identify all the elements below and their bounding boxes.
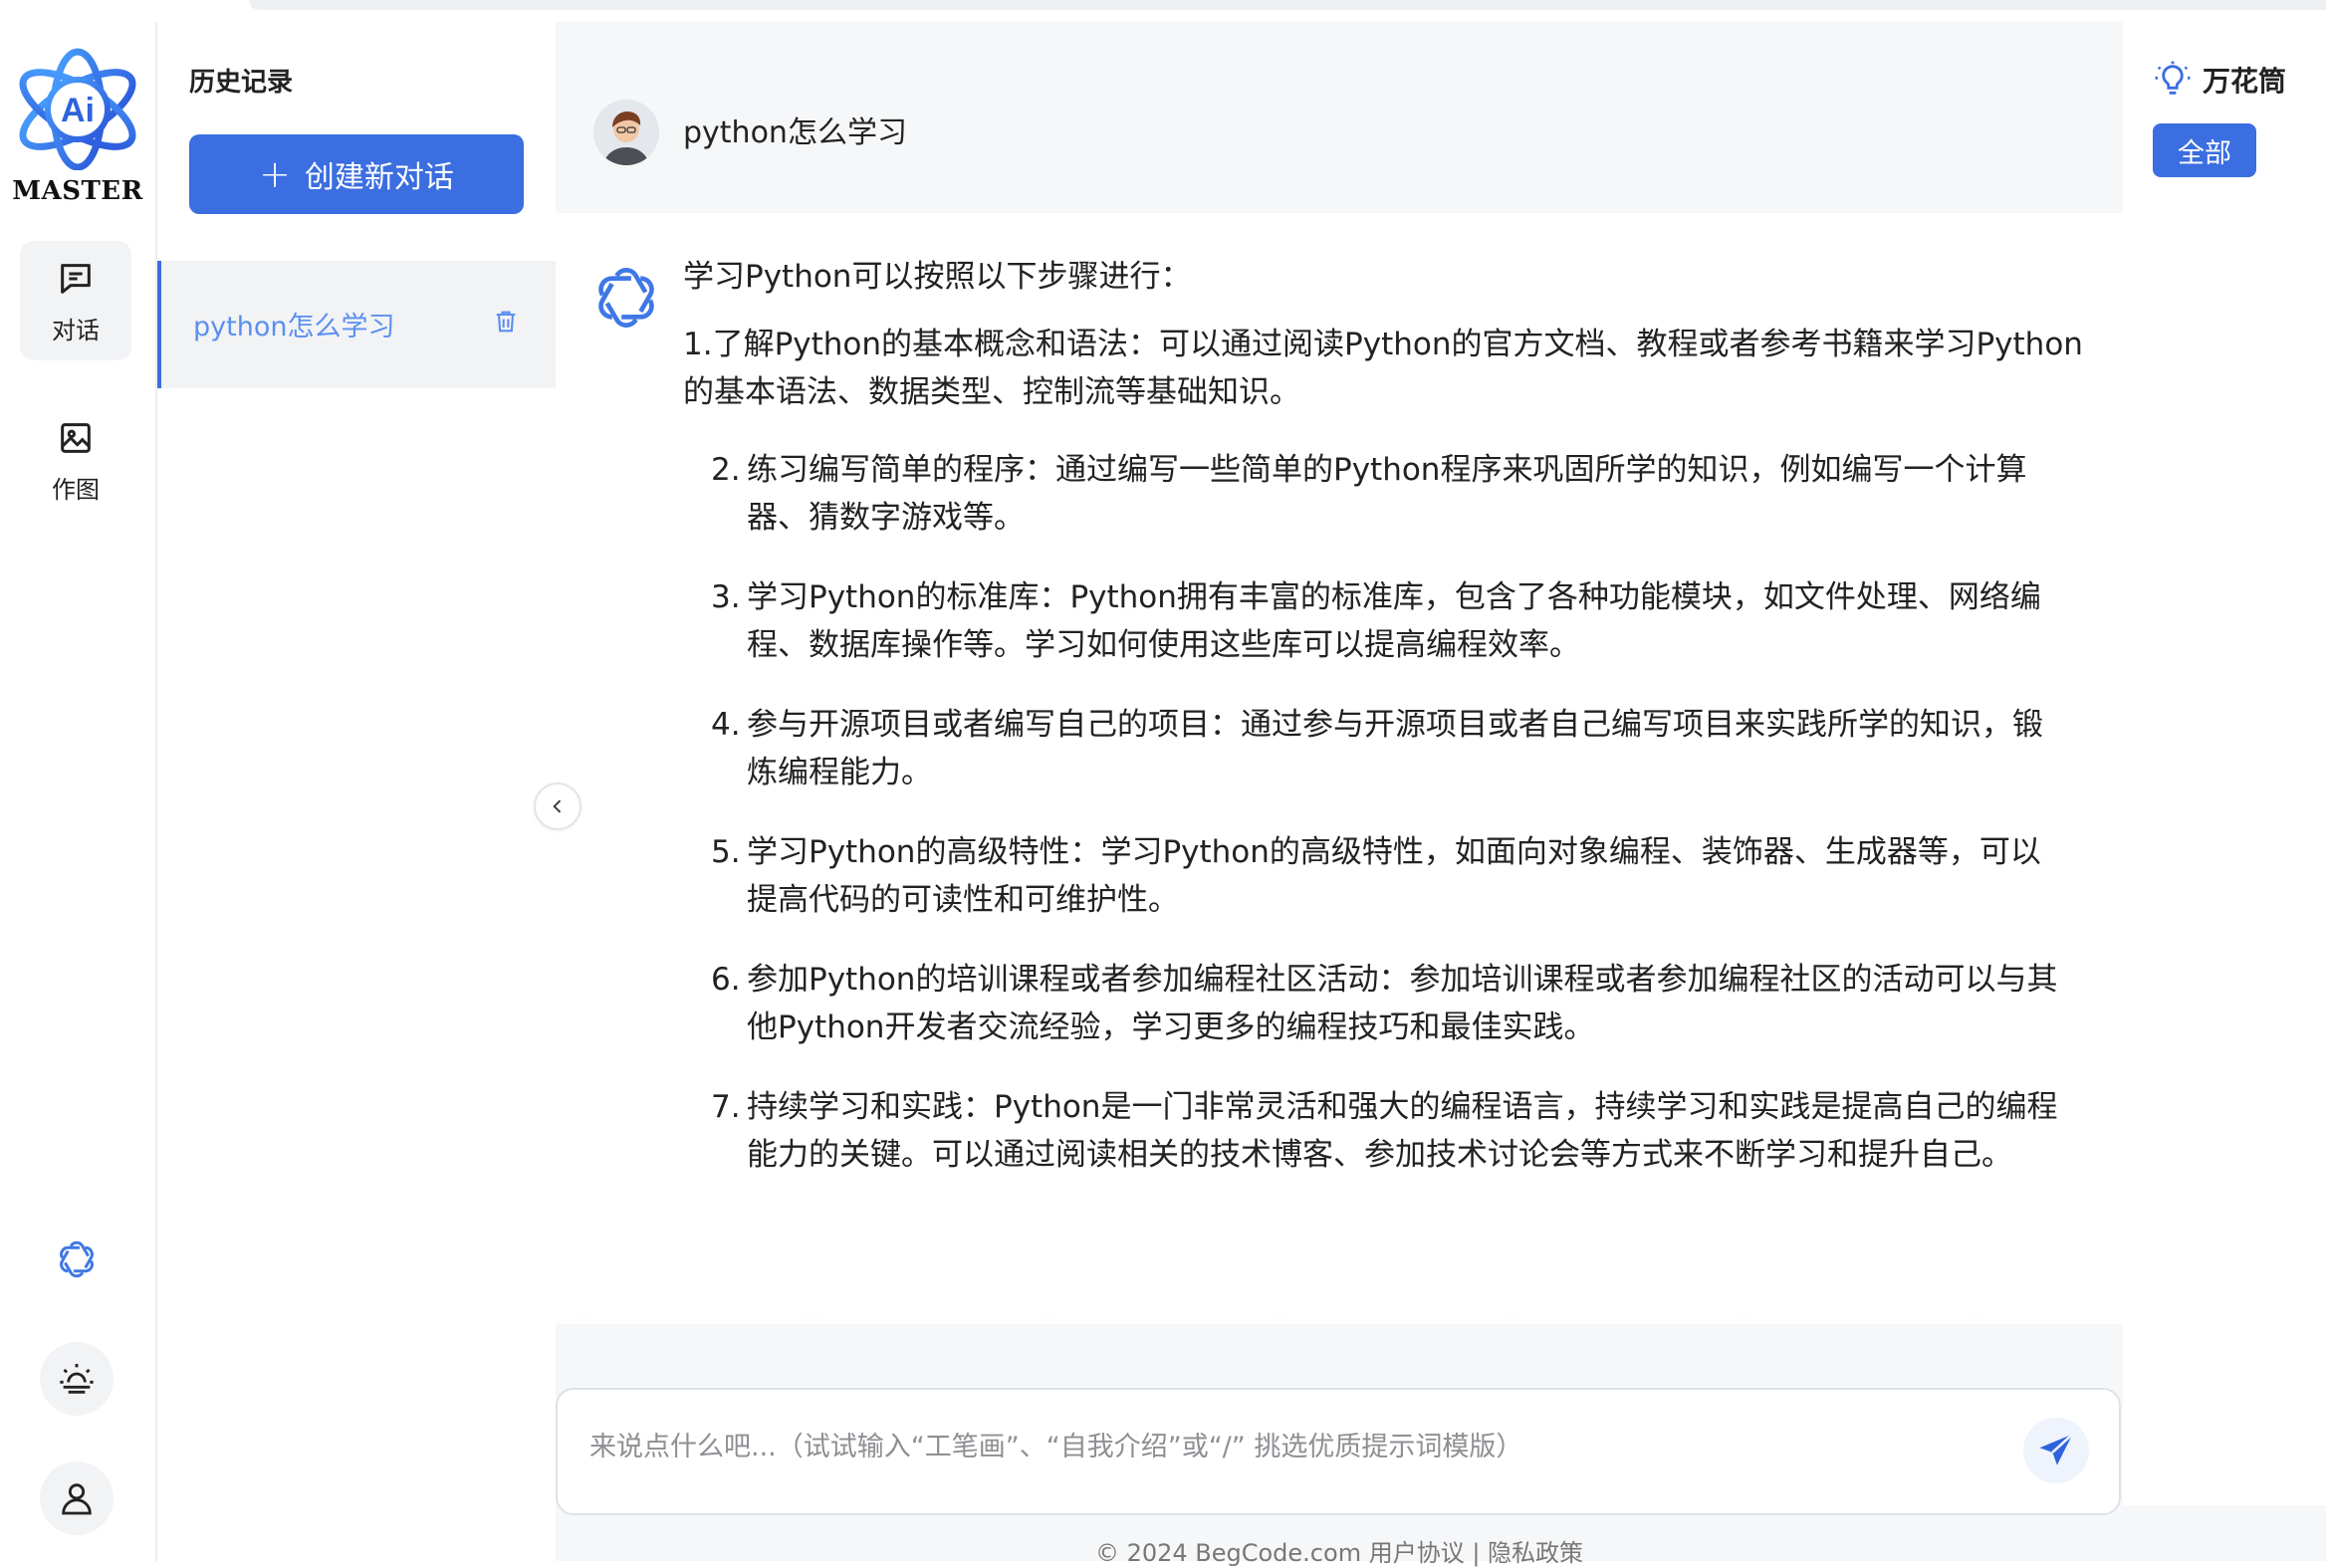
composer bbox=[556, 1388, 2121, 1515]
plus-icon: + bbox=[259, 152, 291, 196]
answer-steps-list: 2. 练习编写简单的程序：通过编写一些简单的Python程序来巩固所学的知识，例如… bbox=[683, 446, 2097, 1179]
nav-item-chat[interactable]: 对话 bbox=[20, 241, 131, 360]
lightbulb-icon bbox=[2155, 61, 2191, 95]
top-bar bbox=[0, 0, 2326, 24]
chevron-left-icon bbox=[553, 799, 562, 813]
right-panel: 万花筒 全部 bbox=[2123, 22, 2326, 1561]
right-panel-title: 万花筒 bbox=[2203, 65, 2287, 98]
step-text: 参与开源项目或者编写自己的项目：通过参与开源项目或者自己编写项目来实践所学的知识… bbox=[747, 707, 2043, 790]
openai-logo-icon bbox=[60, 1240, 94, 1278]
answer-step: 6. 参加Python的培训课程或者参加编程社区活动：参加培训课程或者参加编程社区… bbox=[683, 956, 2071, 1051]
footer-text: © 2024 BegCode.com 用户协议 | 隐私政策 bbox=[1094, 1539, 1584, 1567]
answer-step: 5. 学习Python的高级特性：学习Python的高级特性，如面向对象编程、装饰… bbox=[683, 828, 2071, 924]
chat-icon bbox=[61, 264, 91, 294]
user-message: python怎么学习 bbox=[556, 22, 2123, 213]
brand-logo[interactable]: Ai MASTER bbox=[8, 46, 147, 206]
composer-area: © 2024 BegCode.com 用户协议 | 隐私政策 bbox=[556, 1324, 2123, 1567]
nav-item-label: 作图 bbox=[52, 476, 100, 504]
message-input[interactable] bbox=[587, 1426, 1985, 1467]
step-number: 4. bbox=[711, 707, 741, 743]
answer-step-1: 1.了解Python的基本概念和语法：可以通过阅读Python的官方文档、教程或… bbox=[683, 327, 2083, 410]
history-panel: 历史记录 + 创建新对话 python怎么学习 bbox=[157, 22, 556, 1561]
image-icon bbox=[61, 423, 91, 453]
history-item-label: python怎么学习 bbox=[193, 312, 395, 342]
history-title: 历史记录 bbox=[189, 68, 294, 98]
trash-icon[interactable] bbox=[492, 307, 520, 336]
answer-intro: 学习Python可以按照以下步骤进行： bbox=[683, 259, 1192, 295]
nav-item-label: 对话 bbox=[52, 317, 100, 344]
assistant-message: 学习Python可以按照以下步骤进行： 1.了解Python的基本概念和语法：可… bbox=[556, 213, 2123, 1348]
new-chat-label: 创建新对话 bbox=[304, 160, 454, 195]
send-button[interactable] bbox=[2023, 1418, 2089, 1483]
collapse-sidebar-button[interactable] bbox=[534, 783, 582, 830]
filter-all-button[interactable]: 全部 bbox=[2153, 123, 2256, 177]
kaleidoscope-header: 万花筒 bbox=[2153, 60, 2286, 100]
assistant-answer: 学习Python可以按照以下步骤进行： 1.了解Python的基本概念和语法：可… bbox=[683, 253, 2097, 1211]
top-bar-strip bbox=[249, 0, 2326, 10]
theme-toggle-button[interactable] bbox=[40, 1342, 114, 1416]
user-avatar bbox=[593, 100, 659, 165]
sun-theme-icon bbox=[60, 1364, 94, 1394]
step-number: 5. bbox=[711, 834, 741, 870]
logo-text: MASTER bbox=[12, 176, 143, 206]
answer-step: 4. 参与开源项目或者编写自己的项目：通过参与开源项目或者自己编写项目来实践所学的… bbox=[683, 701, 2071, 796]
step-text: 练习编写简单的程序：通过编写一些简单的Python程序来巩固所学的知识，例如编写… bbox=[747, 452, 2027, 536]
openai-button[interactable] bbox=[40, 1223, 114, 1296]
step-number: 3. bbox=[711, 579, 741, 615]
right-panel-footer-strip bbox=[2123, 1505, 2326, 1561]
atom-logo-icon: Ai bbox=[19, 48, 136, 170]
step-number: 2. bbox=[711, 452, 741, 488]
step-text: 学习Python的高级特性：学习Python的高级特性，如面向对象编程、装饰器、… bbox=[747, 834, 2041, 918]
step-number: 6. bbox=[711, 962, 741, 998]
answer-step: 7. 持续学习和实践：Python是一门非常灵活和强大的编程语言，持续学习和实践是… bbox=[683, 1083, 2071, 1179]
left-nav-rail: Ai MASTER 对话 作图 bbox=[0, 22, 157, 1561]
nav-item-draw[interactable]: 作图 bbox=[20, 400, 131, 520]
step-text: 持续学习和实践：Python是一门非常灵活和强大的编程语言，持续学习和实践是提高… bbox=[747, 1089, 2058, 1173]
new-chat-button[interactable]: + 创建新对话 bbox=[189, 134, 524, 214]
user-icon bbox=[62, 1483, 92, 1515]
send-icon bbox=[2039, 1433, 2074, 1465]
step-number: 7. bbox=[711, 1089, 741, 1125]
user-profile-button[interactable] bbox=[40, 1461, 114, 1535]
user-question: python怎么学习 bbox=[683, 115, 907, 150]
step-text: 参加Python的培训课程或者参加编程社区活动：参加培训课程或者参加编程社区的活… bbox=[747, 962, 2058, 1045]
answer-step: 2. 练习编写简单的程序：通过编写一些简单的Python程序来巩固所学的知识，例如… bbox=[683, 446, 2071, 542]
logo-glyph: Ai bbox=[61, 92, 95, 129]
avatar-illustration-icon bbox=[593, 100, 659, 165]
assistant-openai-icon bbox=[598, 268, 654, 328]
step-text: 学习Python的标准库：Python拥有丰富的标准库，包含了各种功能模块，如文… bbox=[747, 579, 2041, 663]
history-item[interactable]: python怎么学习 bbox=[157, 261, 556, 388]
answer-step: 3. 学习Python的标准库：Python拥有丰富的标准库，包含了各种功能模块，… bbox=[683, 573, 2071, 669]
